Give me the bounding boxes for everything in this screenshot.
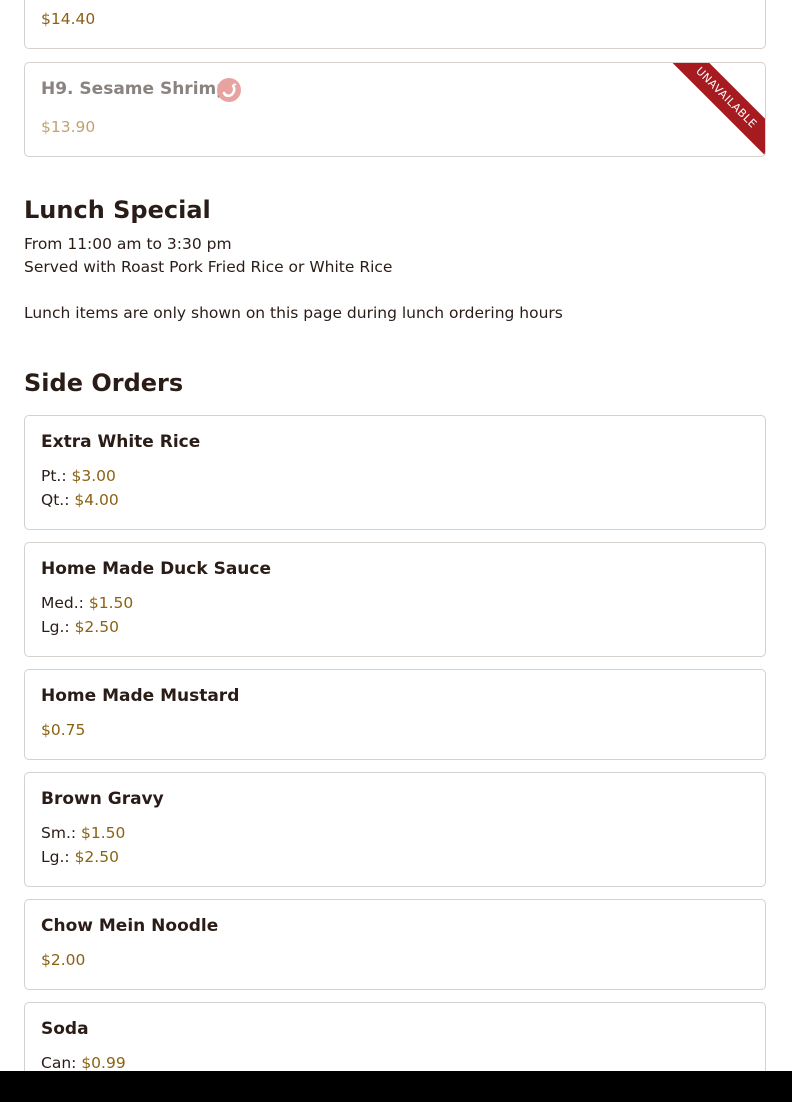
menu-item-price: $1.50: [81, 824, 126, 842]
menu-item-price: $3.00: [71, 467, 116, 485]
lunch-note: Lunch items are only shown on this page …: [24, 304, 563, 322]
menu-item-name: Extra White Rice: [41, 432, 201, 452]
size-label: Can:: [41, 1054, 77, 1072]
menu-item-price-line: $14.40: [41, 10, 95, 28]
menu-item-name: Home Made Mustard: [41, 686, 240, 706]
menu-item-card-extra-white-rice[interactable]: Extra White Rice Pt.: $3.00 Qt.: $4.00: [24, 415, 766, 530]
unavailable-badge: UNAVAILABLE: [670, 63, 765, 156]
lunch-served-with: Served with Roast Pork Fried Rice or Whi…: [24, 258, 393, 276]
menu-item-price-line: Pt.: $3.00: [41, 467, 116, 485]
section-heading-lunch-special: Lunch Special: [24, 196, 211, 224]
size-label: Sm.:: [41, 824, 77, 842]
menu-item-card-duck-sauce[interactable]: Home Made Duck Sauce Med.: $1.50 Lg.: $2…: [24, 542, 766, 657]
size-label: Qt.:: [41, 491, 70, 509]
menu-item-price-line: Med.: $1.50: [41, 594, 133, 612]
menu-item-price-line: Qt.: $4.00: [41, 491, 119, 509]
menu-item-price: $13.90: [41, 118, 96, 136]
bottom-black-bar: [0, 1071, 792, 1102]
menu-item-card-chow-mein-noodle[interactable]: Chow Mein Noodle $2.00: [24, 899, 766, 990]
menu-item-card[interactable]: $14.40: [24, 0, 766, 49]
menu-item-price: $1.50: [88, 594, 134, 612]
menu-page: $14.40 H9. Sesame Shrimp $13.90 UNAVAILA…: [0, 0, 792, 1102]
menu-item-card-sesame-shrimp[interactable]: H9. Sesame Shrimp $13.90 UNAVAILABLE: [24, 62, 766, 157]
menu-item-card-mustard[interactable]: Home Made Mustard $0.75: [24, 669, 766, 760]
size-label: Lg.:: [41, 618, 70, 636]
menu-item-price: $2.50: [74, 618, 119, 636]
lunch-hours: From 11:00 am to 3:30 pm: [24, 235, 232, 253]
menu-item-price: $0.99: [81, 1054, 126, 1072]
menu-item-price-line: $13.90: [41, 118, 95, 136]
menu-item-name: H9. Sesame Shrimp: [41, 79, 229, 99]
menu-item-name: Chow Mein Noodle: [41, 916, 219, 936]
menu-item-price-line: Lg.: $2.50: [41, 618, 119, 636]
menu-item-name: Brown Gravy: [41, 789, 164, 809]
menu-item-price: $0.75: [41, 721, 86, 739]
section-heading-side-orders: Side Orders: [24, 369, 184, 397]
menu-item-price-line: Sm.: $1.50: [41, 824, 125, 842]
menu-item-card-brown-gravy[interactable]: Brown Gravy Sm.: $1.50 Lg.: $2.50: [24, 772, 766, 887]
menu-item-price-line: Lg.: $2.50: [41, 848, 119, 866]
size-label: Lg.:: [41, 848, 70, 866]
menu-item-price-line: $0.75: [41, 721, 85, 739]
menu-item-name: Home Made Duck Sauce: [41, 559, 272, 579]
menu-item-price: $2.50: [74, 848, 119, 866]
menu-item-price: $2.00: [41, 951, 86, 969]
menu-item-name: Soda: [41, 1019, 89, 1039]
size-label: Pt.:: [41, 467, 67, 485]
spicy-pepper-icon: [217, 78, 241, 102]
menu-item-price-line: $2.00: [41, 951, 85, 969]
menu-item-price-line: Can: $0.99: [41, 1054, 126, 1072]
size-label: Med.:: [41, 594, 84, 612]
menu-item-price: $4.00: [74, 491, 119, 509]
menu-item-price: $14.40: [41, 10, 96, 28]
unavailable-ribbon: UNAVAILABLE: [670, 63, 765, 156]
